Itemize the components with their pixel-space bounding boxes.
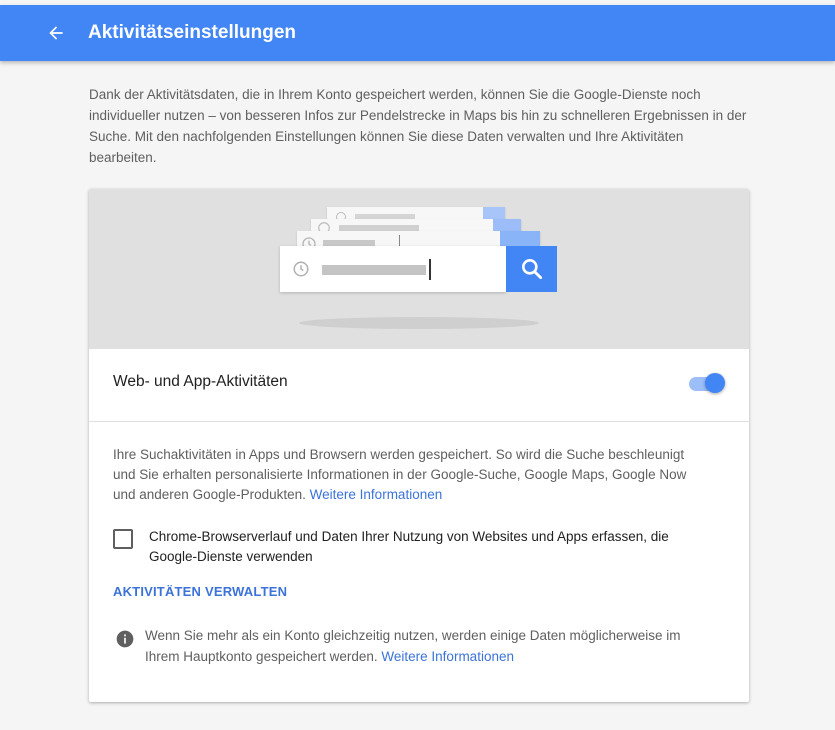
web-app-activity-toggle[interactable]	[689, 372, 725, 396]
web-app-activity-row: Web- und App-Aktivitäten	[89, 349, 749, 422]
chrome-history-label: Chrome-Browserverlauf und Daten Ihrer Nu…	[149, 529, 669, 564]
page-title: Aktivitätseinstellungen	[88, 22, 296, 43]
manage-activities-button[interactable]: AKTIVITÄTEN VERWALTEN	[113, 584, 287, 599]
activity-description: Ihre Suchaktivitäten in Apps und Browser…	[113, 445, 693, 505]
search-box-illustration	[280, 246, 506, 292]
more-info-link[interactable]: Weitere Informationen	[310, 487, 443, 502]
arrow-left-icon	[49, 26, 63, 40]
activity-card: Web- und App-Aktivitäten Ihre Suchaktivi…	[89, 189, 749, 702]
info-icon	[116, 630, 134, 648]
search-button-illustration	[506, 246, 557, 292]
app-header: Aktivitätseinstellungen	[0, 5, 835, 61]
back-button[interactable]	[44, 21, 68, 45]
clock-icon	[293, 261, 309, 277]
search-icon	[521, 259, 542, 280]
hero-shadow	[299, 317, 539, 329]
toggle-label: Web- und App-Aktivitäten	[113, 373, 288, 390]
notice-more-info-link[interactable]: Weitere Informationen	[381, 649, 514, 664]
intro-text: Dank der Aktivitätsdaten, die in Ihrem K…	[89, 87, 747, 165]
chrome-history-checkbox[interactable]	[113, 529, 133, 549]
hero-illustration	[89, 189, 749, 349]
notice-text: Wenn Sie mehr als ein Konto gleichzeitig…	[145, 625, 705, 667]
toggle-thumb	[705, 373, 725, 393]
